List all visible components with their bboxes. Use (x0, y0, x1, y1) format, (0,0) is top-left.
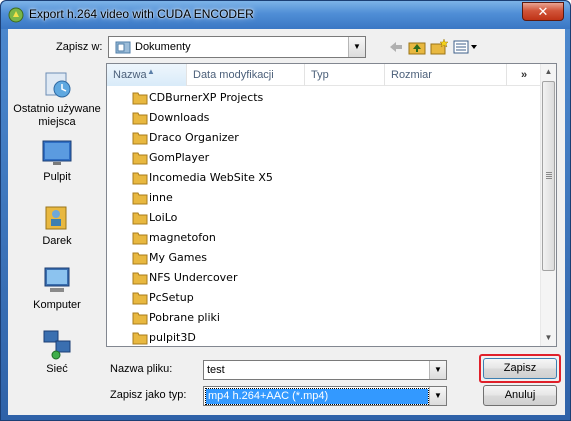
sort-ascending-icon: ▲ (147, 67, 155, 76)
filetype-value: mp4 h.264+AAC (*.mp4) (205, 388, 429, 405)
folder-icon (132, 252, 148, 265)
place-computer[interactable]: Komputer (12, 263, 102, 312)
place-user[interactable]: Darek (12, 199, 102, 248)
place-network[interactable]: Sieć (12, 327, 102, 376)
cancel-button[interactable]: Anuluj (483, 385, 557, 406)
list-item[interactable]: CDBurnerXP Projects (107, 88, 541, 108)
close-button[interactable]: ✕ (522, 2, 564, 21)
title-bar[interactable]: Export h.264 video with CUDA ENCODER ✕ (1, 1, 570, 29)
filetype-label: Zapisz jako typ: (110, 389, 187, 401)
save-button[interactable]: Zapisz (483, 358, 557, 379)
scroll-down-icon[interactable]: ▼ (541, 330, 556, 346)
savein-value: Dokumenty (135, 41, 191, 53)
filename-label: Nazwa pliku: (110, 363, 173, 375)
chevron-down-icon[interactable]: ▼ (429, 361, 446, 379)
folder-icon (132, 292, 148, 305)
list-item[interactable]: My Games (107, 248, 541, 268)
desktop-icon (42, 140, 72, 165)
list-item[interactable]: GomPlayer (107, 148, 541, 168)
scroll-up-icon[interactable]: ▲ (541, 64, 556, 80)
up-folder-icon[interactable] (407, 38, 427, 56)
folder-icon (132, 132, 148, 145)
back-arrow-icon[interactable] (386, 38, 406, 56)
list-item[interactable]: PcSetup (107, 288, 541, 308)
filetype-dropdown[interactable]: mp4 h.264+AAC (*.mp4) ▼ (203, 386, 447, 406)
filename-value: test (207, 364, 225, 376)
user-folder-icon (45, 206, 67, 230)
network-icon (43, 330, 71, 360)
list-item[interactable]: Incomedia WebSite X5 (107, 168, 541, 188)
chevron-down-icon[interactable]: ▼ (429, 387, 446, 405)
folder-icon (132, 152, 148, 165)
list-item[interactable]: NFS Undercover (107, 268, 541, 288)
place-label: Darek (42, 235, 72, 247)
file-rows: CDBurnerXP Projects Downloads Draco Orga… (107, 88, 541, 348)
list-item[interactable]: Downloads (107, 108, 541, 128)
more-columns-button[interactable]: » (507, 64, 541, 86)
folder-icon (132, 332, 148, 345)
savein-dropdown[interactable]: Dokumenty ▼ (108, 36, 366, 58)
folder-icon (132, 172, 148, 185)
place-recent[interactable]: Ostatnio używane miejsca (12, 67, 102, 129)
view-menu-icon[interactable] (452, 38, 478, 56)
folder-icon (132, 232, 148, 245)
list-item[interactable]: pulpit3D (107, 328, 541, 348)
chevron-down-icon[interactable]: ▼ (348, 37, 365, 57)
list-item[interactable]: Pobrane pliki (107, 308, 541, 328)
dialog-client: Zapisz w: Dokumenty ▼ Ostatnio używane m… (8, 29, 565, 415)
folder-icon (132, 212, 148, 225)
documents-folder-icon (115, 41, 131, 54)
new-folder-icon[interactable] (429, 38, 449, 56)
grip-icon (546, 172, 552, 179)
column-type[interactable]: Typ (305, 64, 385, 86)
folder-icon (132, 192, 148, 205)
scrollbar-thumb[interactable] (542, 81, 555, 271)
dialog-window: Export h.264 video with CUDA ENCODER ✕ Z… (0, 0, 571, 421)
folder-icon (132, 272, 148, 285)
window-title: Export h.264 video with CUDA ENCODER (29, 7, 254, 21)
list-item[interactable]: Draco Organizer (107, 128, 541, 148)
places-bar: Ostatnio używane miejsca Pulpit Darek Ko… (12, 65, 102, 375)
column-size[interactable]: Rozmiar (385, 64, 507, 86)
place-label: Sieć (46, 363, 68, 375)
place-label: Komputer (33, 299, 81, 311)
list-item[interactable]: magnetofon (107, 228, 541, 248)
filename-input[interactable]: test ▼ (203, 360, 447, 380)
vertical-scrollbar[interactable]: ▲ ▼ (540, 64, 556, 346)
place-desktop[interactable]: Pulpit (12, 135, 102, 184)
recent-places-icon (45, 72, 71, 98)
list-item[interactable]: LoiLo (107, 208, 541, 228)
folder-icon (132, 312, 148, 325)
app-icon (8, 7, 24, 23)
column-name[interactable]: ▲ Nazwa (107, 64, 187, 86)
folder-icon (132, 112, 148, 125)
column-modified[interactable]: Data modyfikacji (187, 64, 305, 86)
computer-icon (44, 267, 70, 292)
folder-icon (132, 92, 148, 105)
list-item[interactable]: inne (107, 188, 541, 208)
place-label: Ostatnio używane miejsca (13, 103, 101, 128)
place-label: Pulpit (43, 171, 71, 183)
savein-label: Zapisz w: (56, 41, 103, 53)
file-list[interactable]: ▲ Nazwa Data modyfikacji Typ Rozmiar » C… (106, 63, 557, 347)
column-header: ▲ Nazwa Data modyfikacji Typ Rozmiar » (107, 64, 541, 86)
